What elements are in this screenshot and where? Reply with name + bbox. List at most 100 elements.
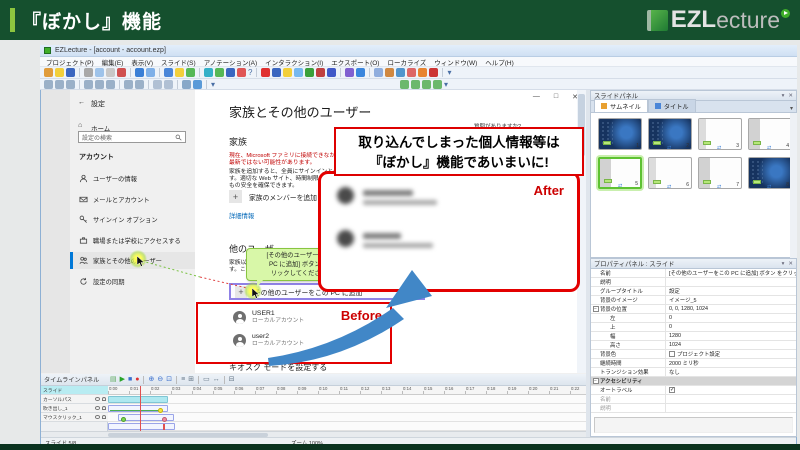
toolbar-icon[interactable]	[356, 68, 365, 77]
property-value[interactable]: イメージ_5	[666, 296, 796, 304]
toolbar-icon[interactable]	[175, 68, 184, 77]
pin-icon[interactable]: ▾	[782, 261, 785, 267]
close-icon[interactable]: ✕	[788, 261, 793, 267]
menu-item[interactable]: ローカライズ	[387, 57, 426, 67]
toolbar-icon[interactable]	[153, 80, 162, 89]
track-bar[interactable]	[118, 414, 174, 421]
property-value[interactable]: ✓	[666, 387, 796, 393]
toolbar-icon[interactable]	[135, 80, 144, 89]
toolbar-icon[interactable]	[294, 68, 303, 77]
toolbar-icon[interactable]	[106, 80, 115, 89]
thumbnail-slide-1[interactable]: 1	[598, 118, 642, 150]
timeline-tool-icon[interactable]: ⊡	[166, 376, 172, 384]
toolbar-icon[interactable]	[146, 68, 155, 77]
lock-icon[interactable]	[102, 406, 106, 410]
toolbar-icon[interactable]	[226, 68, 235, 77]
timeline-tool-icon[interactable]: ⊕	[148, 376, 154, 384]
menu-item[interactable]: ウィンドウ(W)	[434, 57, 477, 67]
timeline-tool-icon[interactable]: ▶	[120, 376, 125, 384]
property-value[interactable]: プロジェクト設定	[666, 350, 796, 358]
toolbar-icon[interactable]	[66, 68, 75, 77]
eye-icon[interactable]	[95, 415, 100, 419]
toolbar-icon[interactable]	[283, 68, 292, 77]
toolbar-icon[interactable]	[237, 68, 246, 77]
track-label-4[interactable]: マウスクリック_1	[41, 413, 108, 422]
toolbar-icon[interactable]	[55, 68, 64, 77]
thumbnail-slide-5[interactable]: 5⇄	[598, 157, 642, 189]
toolbar-icon[interactable]	[95, 80, 104, 89]
menu-item[interactable]: アノテーション(A)	[204, 57, 257, 67]
toolbar-icon[interactable]	[261, 68, 270, 77]
toolbar-icon[interactable]	[84, 68, 93, 77]
toolbar-icon[interactable]	[204, 68, 213, 77]
toolbar-icon[interactable]	[95, 68, 104, 77]
tab-titles[interactable]: タイトル	[648, 99, 696, 112]
toolbar-icon[interactable]: ▾	[444, 80, 448, 89]
timeline-playhead[interactable]	[140, 386, 141, 431]
timeline-tool-icon[interactable]: ●	[135, 376, 139, 384]
timeline-ruler[interactable]: 0:000:010:020:030:040:050:060:070:080:09…	[108, 386, 586, 395]
eye-icon[interactable]	[95, 397, 100, 401]
toolbar-icon[interactable]	[272, 68, 281, 77]
toolbar-icon[interactable]	[106, 68, 115, 77]
track-label-1[interactable]: スライド	[41, 386, 108, 395]
property-value[interactable]: 0	[666, 315, 796, 321]
toolbar-icon[interactable]	[400, 80, 409, 89]
chevron-down-icon[interactable]: ▾	[790, 105, 793, 112]
menu-item[interactable]: プロジェクト(P)	[46, 57, 94, 67]
toolbar-icon[interactable]	[418, 68, 427, 77]
toolbar-icon[interactable]	[44, 80, 53, 89]
toolbar-icon[interactable]	[186, 68, 195, 77]
toolbar-icon[interactable]	[345, 68, 354, 77]
toolbar-icon[interactable]	[305, 68, 314, 77]
toolbar-icon[interactable]: ▾	[447, 68, 451, 77]
toolbar-icon[interactable]	[193, 80, 202, 89]
property-value[interactable]: 2000 ミリ秒	[666, 359, 796, 367]
timeline-tool-icon[interactable]: ⊞	[188, 376, 194, 384]
track-label-3[interactable]: 吹き出し_1	[41, 404, 108, 413]
menu-item[interactable]: ヘルプ(H)	[485, 57, 514, 67]
property-value[interactable]: なし	[666, 368, 796, 376]
toolbar-icon[interactable]	[164, 80, 173, 89]
thumbnail-slide-7[interactable]: 7⇄	[698, 157, 742, 189]
timeline-tool-icon[interactable]: ↔	[213, 376, 220, 384]
lock-icon[interactable]	[102, 415, 106, 419]
toolbar-icon[interactable]: ?	[248, 68, 252, 77]
thumbnail-slide-3[interactable]: 3⇄	[698, 118, 742, 150]
expand-icon[interactable]: −	[593, 306, 599, 312]
pin-icon[interactable]: ▾	[782, 93, 785, 99]
toolbar-icon[interactable]	[124, 80, 133, 89]
timeline-tool-icon[interactable]: ■	[128, 376, 132, 384]
app-titlebar[interactable]: EZLecture - [account - account.ezp]	[40, 45, 797, 57]
panel-vscrollbar[interactable]	[790, 113, 797, 258]
thumbnail-slide-8[interactable]: 8⇄	[748, 157, 792, 189]
toolbar-icon[interactable]	[396, 68, 405, 77]
timeline-tool-icon[interactable]: ⊖	[157, 376, 163, 384]
close-icon[interactable]: ✕	[788, 93, 793, 99]
toolbar-icon[interactable]	[407, 68, 416, 77]
toolbar-icon[interactable]	[385, 68, 394, 77]
property-value[interactable]: [その他のユーザーをこの PC に追加] ボタン をクリックしてください。	[666, 269, 796, 277]
tab-thumbnails[interactable]: サムネイル	[594, 99, 648, 112]
toolbar-icon[interactable]	[164, 68, 173, 77]
toolbar-icon[interactable]	[66, 80, 75, 89]
toolbar-icon[interactable]	[422, 80, 431, 89]
checkbox[interactable]	[669, 351, 675, 357]
menu-item[interactable]: 編集(E)	[102, 57, 124, 67]
timeline-tool-icon[interactable]: ≡	[181, 376, 185, 384]
timeline-tool-icon[interactable]: ▤	[110, 376, 117, 384]
toolbar-icon[interactable]	[433, 80, 442, 89]
toolbar-icon[interactable]	[327, 68, 336, 77]
property-value[interactable]: 1024	[666, 342, 796, 348]
thumbnail-slide-6[interactable]: 6⇄	[648, 157, 692, 189]
expand-icon[interactable]: −	[593, 378, 599, 384]
thumbnail-slide-2[interactable]: 2⇄	[648, 118, 692, 150]
toolbar-icon[interactable]	[182, 80, 191, 89]
menu-item[interactable]: スライド(S)	[161, 57, 196, 67]
checkbox[interactable]: ✓	[669, 387, 675, 393]
toolbar-icon[interactable]	[316, 68, 325, 77]
menu-item[interactable]: エクスポート(O)	[331, 57, 379, 67]
eye-icon[interactable]	[95, 406, 100, 410]
toolbar-icon[interactable]	[84, 80, 93, 89]
toolbar-icon[interactable]	[429, 68, 438, 77]
